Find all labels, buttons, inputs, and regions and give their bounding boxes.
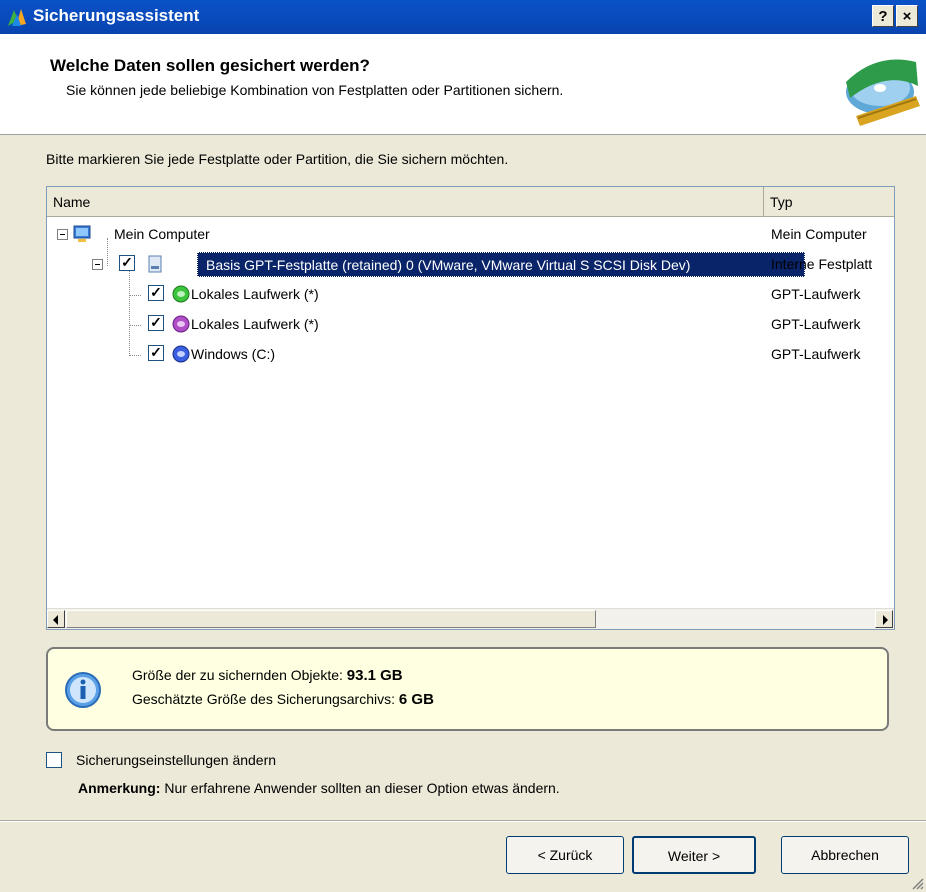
collapse-toggle-icon[interactable] (57, 229, 68, 240)
object-size-line: Größe der zu sichernden Objekte: 93.1 GB (132, 667, 403, 684)
note-text: Anmerkung: Nur erfahrene Anwender sollte… (78, 780, 560, 796)
close-button[interactable]: × (896, 5, 918, 27)
tree-row-partition[interactable]: ✓ Lokales Laufwerk (*) GPT-Laufwerk (47, 310, 894, 340)
object-size-label: Größe der zu sichernden Objekte: (132, 667, 343, 683)
footer-separator (0, 820, 926, 822)
horizontal-scrollbar[interactable] (47, 608, 894, 629)
tree-type: GPT-Laufwerk (771, 286, 861, 302)
disk-tree-list[interactable]: Name Typ Mein Computer Mein Computer ✓ B… (46, 186, 895, 630)
scroll-right-button[interactable] (875, 610, 893, 628)
tree-type: Interne Festplatt (771, 256, 873, 272)
arrow-right-icon (883, 615, 888, 625)
archive-size-label: Geschätzte Größe des Sicherungsarchivs: (132, 691, 396, 707)
note-body: Nur erfahrene Anwender sollten an dieser… (164, 780, 560, 796)
note-label: Anmerkung: (78, 780, 161, 796)
wizard-header: Welche Daten sollen gesichert werden? Si… (0, 34, 926, 135)
tree-type: GPT-Laufwerk (771, 346, 861, 362)
page-subheading: Sie können jede beliebige Kombination vo… (66, 82, 564, 98)
column-header-name[interactable]: Name (47, 187, 764, 217)
arrow-left-icon (53, 615, 58, 625)
archive-size-line: Geschätzte Größe des Sicherungsarchivs: … (132, 691, 434, 708)
object-size-value: 93.1 GB (346, 667, 403, 684)
tree-row-gpt-disk[interactable]: ✓ Basis GPT-Festplatte (retained) 0 (VMw… (47, 250, 894, 280)
resize-grip-icon[interactable] (908, 874, 924, 890)
partition-checkbox[interactable]: ✓ (148, 315, 164, 331)
tree-type: GPT-Laufwerk (771, 316, 861, 332)
tree-row-my-computer[interactable]: Mein Computer Mein Computer (47, 220, 894, 250)
collapse-toggle-icon[interactable] (92, 259, 103, 270)
next-button[interactable]: Weiter > (632, 836, 756, 874)
partition-purple-icon (172, 315, 190, 333)
help-button[interactable]: ? (872, 5, 894, 27)
selected-row-highlight: Basis GPT-Festplatte (retained) 0 (VMwar… (197, 252, 805, 277)
tree-label: Lokales Laufwerk (*) (191, 316, 319, 332)
partition-checkbox[interactable]: ✓ (148, 285, 164, 301)
hard-disk-icon (148, 255, 162, 273)
instruction-text: Bitte markieren Sie jede Festplatte oder… (46, 151, 509, 167)
column-header-typ[interactable]: Typ (764, 187, 894, 217)
title-bar[interactable]: Sicherungsassistent ? × (0, 0, 926, 34)
partition-green-icon (172, 285, 190, 303)
tree-label: Basis GPT-Festplatte (retained) 0 (VMwar… (206, 257, 691, 273)
scroll-left-button[interactable] (47, 610, 65, 628)
tree-label: Windows (C:) (191, 346, 276, 362)
page-heading: Welche Daten sollen gesichert werden? (50, 56, 370, 75)
archive-size-value: 6 GB (398, 691, 434, 708)
backup-wizard-logo-icon (846, 59, 920, 126)
tree-label: Mein Computer (114, 226, 210, 242)
scroll-thumb[interactable] (66, 610, 596, 628)
tree-type: Mein Computer (771, 226, 867, 242)
back-button[interactable]: < Zurück (506, 836, 624, 874)
tree-label: Lokales Laufwerk (*) (191, 286, 319, 302)
change-settings-checkbox[interactable] (46, 752, 62, 768)
cancel-button[interactable]: Abbrechen (781, 836, 909, 874)
partition-blue-icon (172, 345, 190, 363)
size-info-box: Größe der zu sichernden Objekte: 93.1 GB… (46, 647, 889, 731)
partition-checkbox[interactable]: ✓ (148, 345, 164, 361)
info-icon (65, 672, 101, 708)
app-icon (8, 9, 26, 26)
tree-row-partition[interactable]: ✓ Lokales Laufwerk (*) GPT-Laufwerk (47, 280, 894, 310)
disk-checkbox[interactable]: ✓ (119, 255, 135, 271)
computer-icon (73, 225, 91, 242)
tree-row-partition[interactable]: ✓ Windows (C:) GPT-Laufwerk (47, 340, 894, 370)
change-settings-label[interactable]: Sicherungseinstellungen ändern (76, 752, 276, 768)
window-title: Sicherungsassistent (33, 6, 200, 25)
